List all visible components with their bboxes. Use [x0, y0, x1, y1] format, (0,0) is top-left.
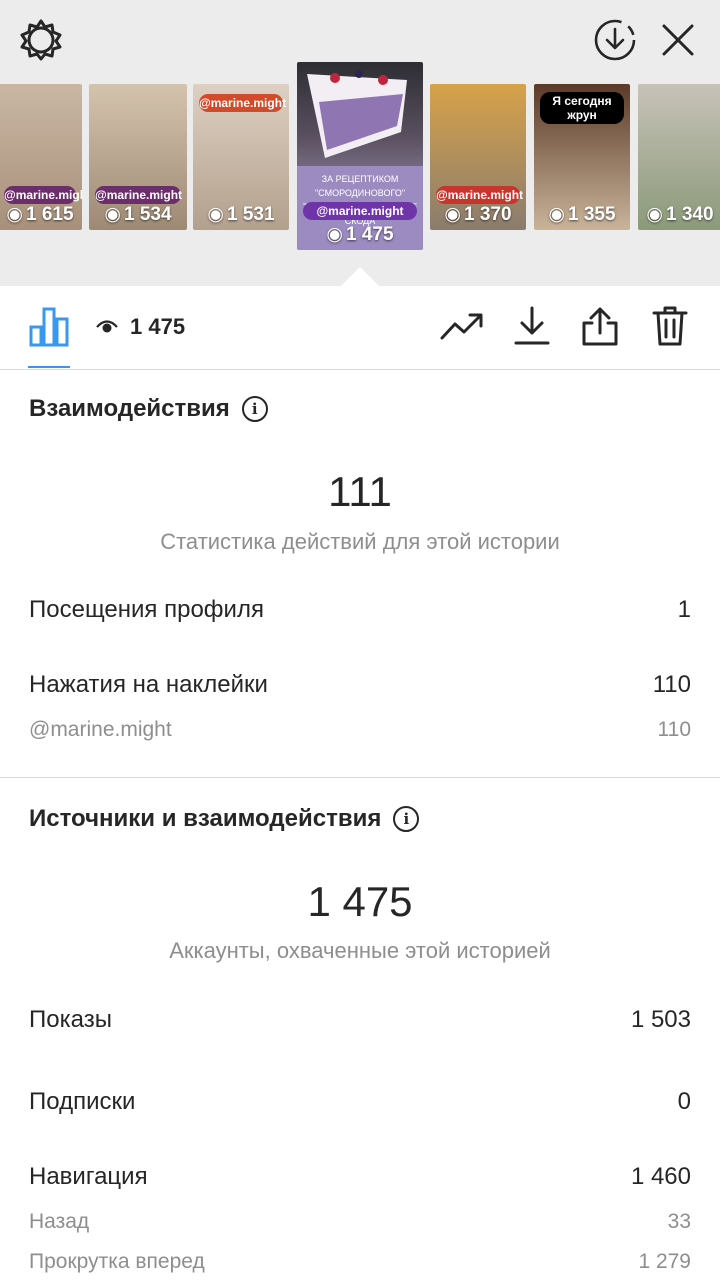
impressions-label: Показы — [29, 1006, 112, 1033]
story-handle: @marine.might — [436, 186, 524, 204]
story-strip-header: @marine.might ◉1 615 @marine.might ◉1 53… — [0, 0, 720, 287]
story-thumbnail[interactable]: @marine.might ◉1 615 — [0, 84, 82, 230]
delete-button[interactable] — [648, 306, 692, 350]
interactions-total: 111 — [328, 468, 392, 515]
story-views: ◉ 1 355 — [548, 203, 616, 226]
download-icon — [513, 305, 551, 352]
story-thumbnails: @marine.might ◉1 615 @marine.might ◉1 53… — [0, 62, 720, 254]
story-views: ◉ 1 340 — [646, 203, 714, 226]
eye-icon: ◉ — [444, 204, 462, 225]
eye-icon: ◉ — [326, 224, 344, 245]
discovery-title-text: Источники и взаимодействия — [29, 805, 382, 832]
navigation-value: 1 460 — [630, 1163, 691, 1190]
trash-icon — [651, 305, 689, 352]
eye-icon — [96, 314, 118, 340]
eye-icon: ◉ — [6, 204, 24, 225]
promote-button[interactable] — [440, 306, 484, 350]
forward-label: Прокрутка вперед — [29, 1250, 205, 1273]
story-handle: @marine.might — [199, 94, 287, 112]
story-views: ◉ 1 534 — [104, 203, 172, 226]
views-value: 1 475 — [130, 314, 186, 339]
insights-tab-underline — [28, 366, 70, 368]
story-views: ◉ 1 370 — [444, 203, 512, 226]
profile-visits-label: Посещения профиля — [29, 596, 264, 623]
settings-gear-icon — [18, 17, 64, 68]
interactions-subtitle: Статистика действий для этой истории — [160, 529, 560, 554]
forward-row: Прокрутка вперед 1 279 — [29, 1250, 691, 1274]
story-thumbnail[interactable]: @marine.might ◉ 1 531 — [193, 84, 289, 230]
download-circle-icon — [592, 17, 638, 68]
sticker-handle-row: @marine.might 110 — [29, 718, 691, 742]
story-thumbnail[interactable]: @marine.might ◉ 1 370 — [430, 84, 526, 230]
sticker-taps-label: Нажатия на наклейки — [29, 671, 268, 698]
close-button[interactable] — [654, 18, 702, 66]
story-views: ◉ 1 475 — [326, 223, 394, 246]
story-handle: @marine.might — [4, 186, 82, 204]
discovery-title: Источники и взаимодействия i — [29, 805, 420, 833]
discovery-total: 1 475 — [307, 878, 413, 925]
settings-button[interactable] — [17, 18, 65, 66]
download-all-button[interactable] — [591, 18, 639, 66]
story-thumbnail[interactable]: @marine.might ◉ 1 534 — [89, 84, 187, 230]
impressions-value: 1 503 — [630, 1006, 691, 1033]
follows-value: 0 — [677, 1088, 691, 1115]
story-thumbnail[interactable]: Я сегодня жрун ◉ 1 355 — [534, 84, 630, 230]
sticker-handle-value: 110 — [657, 718, 691, 741]
story-thumbnail[interactable]: ◉ 1 340 — [638, 84, 720, 230]
share-button[interactable] — [578, 306, 622, 350]
info-icon[interactable]: i — [241, 396, 268, 422]
insights-tab[interactable] — [27, 306, 71, 350]
story-thumbnail-selected[interactable]: ЗА РЕЦЕПТИКОМ "СМОРОДИНОВОГО" ТОРТИКА НА… — [297, 62, 423, 250]
navigation-label: Навигация — [29, 1163, 148, 1190]
back-value: 33 — [667, 1210, 691, 1233]
share-icon — [580, 305, 620, 352]
story-handle: @marine.might — [303, 202, 417, 220]
profile-visits-row: Посещения профиля 1 — [29, 596, 691, 624]
eye-icon: ◉ — [548, 204, 566, 225]
insights-toolbar: 1 475 — [0, 286, 720, 370]
follows-row: Подписки 0 — [29, 1088, 691, 1116]
info-icon[interactable]: i — [393, 806, 420, 832]
cake-image — [307, 70, 407, 158]
save-button[interactable] — [510, 306, 554, 350]
story-views: ◉ 1 531 — [207, 203, 275, 226]
interactions-title: Взаимодействия i — [29, 395, 268, 423]
impressions-row: Показы 1 503 — [29, 1006, 691, 1034]
story-views: ◉ 1 615 — [6, 203, 74, 226]
sticker-taps-row: Нажатия на наклейки 110 — [29, 671, 691, 699]
navigation-row: Навигация 1 460 — [29, 1163, 691, 1191]
story-handle: @marine.might — [95, 186, 183, 204]
trend-icon — [440, 310, 484, 347]
section-divider — [0, 777, 720, 778]
eye-icon: ◉ — [646, 204, 664, 225]
bar-chart-icon — [28, 305, 70, 352]
back-row: Назад 33 — [29, 1210, 691, 1234]
back-label: Назад — [29, 1210, 90, 1233]
follows-label: Подписки — [29, 1088, 136, 1115]
views-count: 1 475 — [96, 314, 185, 340]
sticker-handle-label: @marine.might — [29, 718, 172, 741]
close-icon — [659, 21, 697, 64]
discovery-subtitle: Аккаунты, охваченные этой историей — [169, 938, 551, 963]
eye-icon: ◉ — [207, 204, 225, 225]
story-label: Я сегодня жрун — [540, 92, 624, 124]
interactions-title-text: Взаимодействия — [29, 395, 230, 422]
profile-visits-value: 1 — [677, 596, 691, 623]
sticker-taps-value: 110 — [652, 671, 691, 698]
eye-icon: ◉ — [104, 204, 122, 225]
forward-value: 1 279 — [638, 1250, 691, 1273]
selection-pointer — [340, 267, 380, 287]
